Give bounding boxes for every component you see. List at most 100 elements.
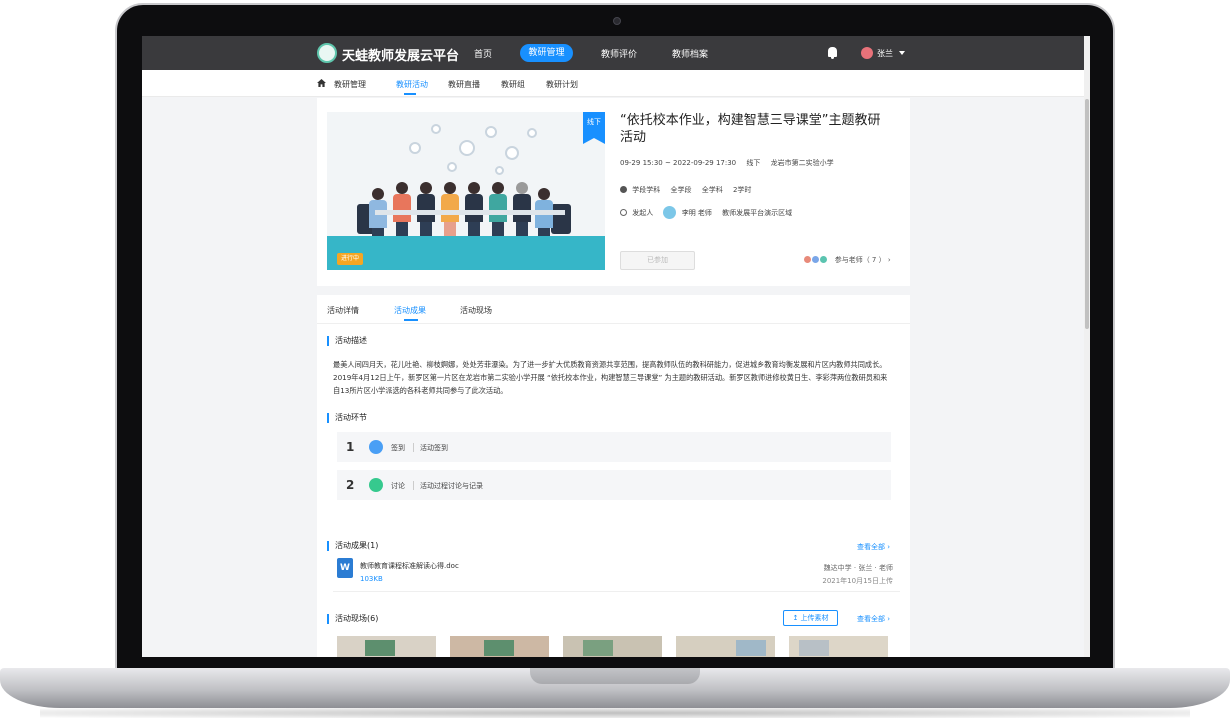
- divider: [333, 591, 900, 592]
- subnav-research-live[interactable]: 教研直播: [448, 79, 480, 90]
- chair-illustration: [551, 204, 571, 234]
- scrollbar-thumb[interactable]: [1085, 99, 1089, 329]
- subnav-research-management[interactable]: 教研管理: [334, 79, 366, 90]
- laptop-notch: [530, 668, 700, 684]
- section-title-scene: 活动现场(6): [327, 614, 378, 624]
- upload-label[interactable]: 上传素材: [801, 614, 829, 622]
- bell-icon[interactable]: [828, 47, 837, 59]
- discussion-icon: [369, 478, 383, 492]
- activity-description: 最美人间四月天，花儿吐艳、柳枝婀娜，处处芳菲瀑染。为了进一步扩大优质教育资源共享…: [333, 360, 888, 395]
- laptop-shadow: [40, 708, 1190, 718]
- subnav-research-activity[interactable]: 教研活动: [396, 79, 428, 90]
- avatar: [819, 255, 829, 264]
- tab-scene[interactable]: 活动现场: [460, 305, 492, 316]
- activity-time-row: 09-29 15:30 ~ 2022-09-29 17:30 线下 龙岩市第二实…: [620, 158, 834, 168]
- subnav-research-group[interactable]: 教研组: [501, 79, 525, 90]
- activity-info-card: 线下 进行中 “依托校本作业，构建智慧三导课堂”主题教研活动 09-29 15:…: [317, 98, 910, 286]
- step-number: 2: [346, 478, 355, 492]
- scene-photo[interactable]: [337, 636, 436, 657]
- join-button[interactable]: 已参加: [620, 251, 695, 270]
- scene-photo[interactable]: [789, 636, 888, 657]
- bubble-icon: [459, 140, 475, 156]
- step-label: 签到: [391, 444, 405, 452]
- table-illustration: [375, 210, 565, 215]
- initiator-label: 发起人: [632, 209, 654, 217]
- step-number: 1: [346, 440, 355, 454]
- step-description: 活动过程讨论与记录: [420, 482, 483, 490]
- nav-home[interactable]: 首页: [474, 47, 492, 60]
- upload-icon: ↥: [792, 614, 799, 622]
- activity-mode: 线下: [746, 159, 761, 167]
- camera-icon: [613, 17, 621, 25]
- file-upload-date: 2021年10月15日上传: [822, 577, 893, 585]
- activity-hours: 2学时: [732, 186, 752, 194]
- participants-link[interactable]: 参与老师（ 7 ） ›: [803, 255, 891, 265]
- scene-photo[interactable]: [563, 636, 662, 657]
- initiator-org: 教师发展平台演示区域: [722, 209, 793, 217]
- activity-location: 龙岩市第二实验小学: [770, 159, 834, 167]
- checkin-icon: [369, 440, 383, 454]
- subnav-active-indicator: [404, 93, 416, 95]
- view-all-label[interactable]: 查看全部: [857, 615, 885, 623]
- file-name[interactable]: 教师教育课程标准解读心得.doc: [360, 561, 459, 571]
- scene-photo[interactable]: [450, 636, 549, 657]
- screen: 天蛙教师发展云平台 首页 教研管理 教师评价 教师档案 张兰 教研管理 教研活动…: [142, 36, 1090, 657]
- nav-research-management[interactable]: 教研管理: [520, 44, 573, 62]
- activity-subject-row: 学段学科 全学段 全学科 2学时: [620, 185, 751, 195]
- top-navbar: 天蛙教师发展云平台 首页 教研管理 教师评价 教师档案 张兰: [142, 36, 1090, 70]
- bubble-icon: [447, 162, 457, 172]
- step-description: 活动签到: [420, 444, 448, 452]
- app-name[interactable]: 天蛙教师发展云平台: [342, 45, 459, 64]
- scene-photo[interactable]: [676, 636, 775, 657]
- divider: [413, 481, 414, 490]
- tab-details[interactable]: 活动详情: [327, 305, 359, 316]
- file-owner: 魏达中学 · 张兰 · 老师: [823, 564, 893, 572]
- divider: [413, 443, 414, 452]
- file-size: 103KB: [360, 575, 383, 583]
- activity-cover-image[interactable]: 线下 进行中: [327, 112, 605, 270]
- chevron-right-icon[interactable]: ›: [888, 256, 891, 264]
- participants-count[interactable]: 参与老师（ 7 ）: [835, 256, 886, 264]
- bubble-icon: [409, 142, 421, 154]
- nav-teacher-evaluation[interactable]: 教师评价: [601, 47, 637, 60]
- tabs-divider: [317, 323, 910, 324]
- cover-floor: [327, 236, 605, 270]
- initiator-row: 发起人 李明 老师 教师发展平台演示区域: [620, 206, 792, 219]
- section-title-results: 活动成果(1): [327, 541, 378, 551]
- view-all-label[interactable]: 查看全部: [857, 543, 885, 551]
- bubble-icon: [485, 126, 497, 138]
- section-title-description: 活动描述: [327, 336, 367, 346]
- activity-detail-card: 活动详情 活动成果 活动现场 活动描述 最美人间四月天，花儿吐艳、柳枝婀娜，处处…: [317, 295, 910, 657]
- subject-label: 学段学科: [632, 186, 661, 194]
- bubble-icon: [527, 128, 537, 138]
- scene-view-all-link[interactable]: 查看全部 ›: [857, 614, 890, 624]
- chevron-down-icon[interactable]: [899, 51, 905, 55]
- initiator-name[interactable]: 李明 老师: [682, 209, 712, 217]
- activity-title: “依托校本作业，构建智慧三导课堂”主题教研活动: [620, 113, 881, 145]
- tab-active-indicator: [404, 319, 418, 321]
- word-file-icon[interactable]: W: [337, 558, 353, 578]
- section-title-steps: 活动环节: [327, 413, 367, 423]
- user-name[interactable]: 张兰: [877, 48, 893, 59]
- results-view-all-link[interactable]: 查看全部 ›: [857, 542, 890, 552]
- activity-stage: 全学段: [670, 186, 692, 194]
- bubble-icon: [505, 146, 519, 160]
- user-icon: [620, 209, 627, 216]
- status-badge: 进行中: [337, 253, 363, 265]
- avatar: [663, 206, 677, 219]
- breadcrumb: 教研管理 教研活动 教研直播 教研组 教研计划: [142, 70, 1084, 97]
- tab-results[interactable]: 活动成果: [394, 305, 426, 316]
- avatar[interactable]: [861, 47, 873, 59]
- activity-subject: 全学科: [701, 186, 723, 194]
- subnav-research-plan[interactable]: 教研计划: [546, 79, 578, 90]
- chevron-right-icon[interactable]: ›: [887, 543, 890, 551]
- upload-material-button[interactable]: ↥ 上传素材: [783, 610, 838, 626]
- home-icon[interactable]: [317, 79, 326, 87]
- step-row[interactable]: 1 签到 活动签到: [337, 432, 891, 462]
- logo-icon[interactable]: [317, 43, 337, 63]
- step-label: 讨论: [391, 482, 405, 490]
- chevron-right-icon[interactable]: ›: [887, 615, 890, 623]
- bubble-icon: [495, 166, 504, 175]
- step-row[interactable]: 2 讨论 活动过程讨论与记录: [337, 470, 891, 500]
- nav-teacher-archive[interactable]: 教师档案: [672, 47, 708, 60]
